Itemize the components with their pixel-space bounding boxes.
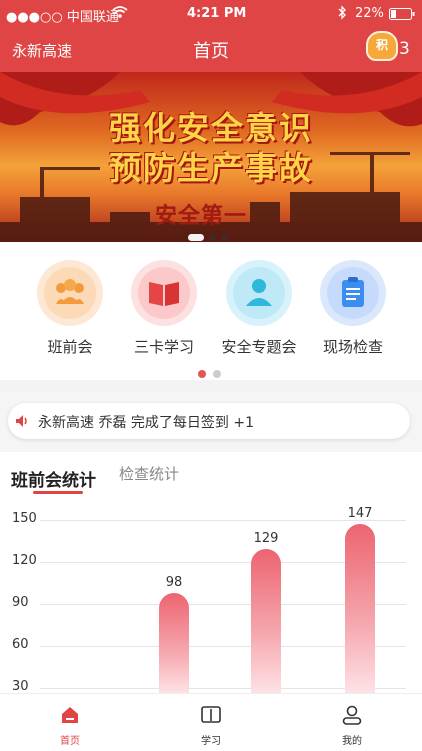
y-tick-label: 150 [12,511,37,526]
clipboard-icon [320,260,386,326]
quick-action-safety-topic-meeting[interactable]: 安全专题会 [221,260,297,357]
notice-bar[interactable]: 永新高速 乔磊 完成了每日签到 +1 [8,403,410,439]
pager-dot[interactable] [221,234,228,241]
tab-label: 我的 [342,736,362,747]
pager-dot-active[interactable] [188,234,204,241]
section-divider [0,380,422,392]
tab-inspection-stats[interactable]: 检查统计 [119,463,179,484]
banner-carousel[interactable]: 强化安全意识 预防生产事故 安全第一 [0,72,422,242]
points-count[interactable]: 3 [399,39,410,59]
wifi-icon [112,5,128,23]
clock: 4:21 PM [187,6,247,21]
group-icon [37,260,103,326]
bar-value-label: 147 [347,506,373,522]
banner-pager [188,226,233,242]
tab-active-indicator [33,491,83,494]
y-tick-label: 120 [12,553,37,568]
y-tick-label: 30 [12,679,29,694]
bar-value-label: 98 [165,574,183,590]
book-icon [131,260,197,326]
quick-action-label: 三卡学习 [133,338,194,356]
nav-bar: 永新高速 首页 积 3 [0,28,422,72]
notice-text: 永新高速 乔磊 完成了每日签到 +1 [38,415,254,431]
banner-headline-2: 预防生产事故 [108,149,313,187]
status-bar: ●●●○○ 中国联通 4:21 PM 22% [0,0,422,28]
points-icon[interactable]: 积 [366,31,398,61]
bluetooth-icon [337,5,347,24]
bar-value-label: 129 [253,531,279,547]
y-tick-label: 60 [12,637,29,652]
quick-action-site-inspection[interactable]: 现场检查 [318,260,388,357]
tab-mine[interactable]: 我的 [312,704,392,747]
tab-label: 学习 [201,736,221,747]
book-icon [201,706,221,723]
y-tick-label: 90 [12,595,29,610]
bottom-tab-bar: 首页 学习 我的 [0,693,422,751]
quick-action-pre-shift-meeting[interactable]: 班前会 [35,260,105,357]
chart-bar[interactable] [159,592,189,694]
pager-dot-active[interactable] [198,370,206,378]
quick-action-label: 现场检查 [322,338,383,356]
home-icon [62,707,78,723]
chart-bar[interactable] [345,524,375,694]
carrier-label: ●●●○○ 中国联通 [6,10,119,25]
pager-dot[interactable] [213,370,221,378]
battery-percent: 22% [355,6,384,21]
speaker-icon [14,413,30,433]
tab-home[interactable]: 首页 [30,704,110,747]
battery-icon [389,8,415,24]
pager-dot[interactable] [209,234,216,241]
quick-action-label: 安全专题会 [221,338,297,356]
user-icon [342,705,362,725]
quick-action-label: 班前会 [47,338,93,356]
quick-action-three-card-study[interactable]: 三卡学习 [129,260,199,357]
person-icon [226,260,292,326]
tab-pre-shift-stats[interactable]: 班前会统计 [11,466,96,491]
tab-label: 首页 [60,736,80,747]
page-title: 首页 [193,41,229,62]
tab-study[interactable]: 学习 [171,704,251,747]
chart-bar[interactable] [251,549,281,694]
